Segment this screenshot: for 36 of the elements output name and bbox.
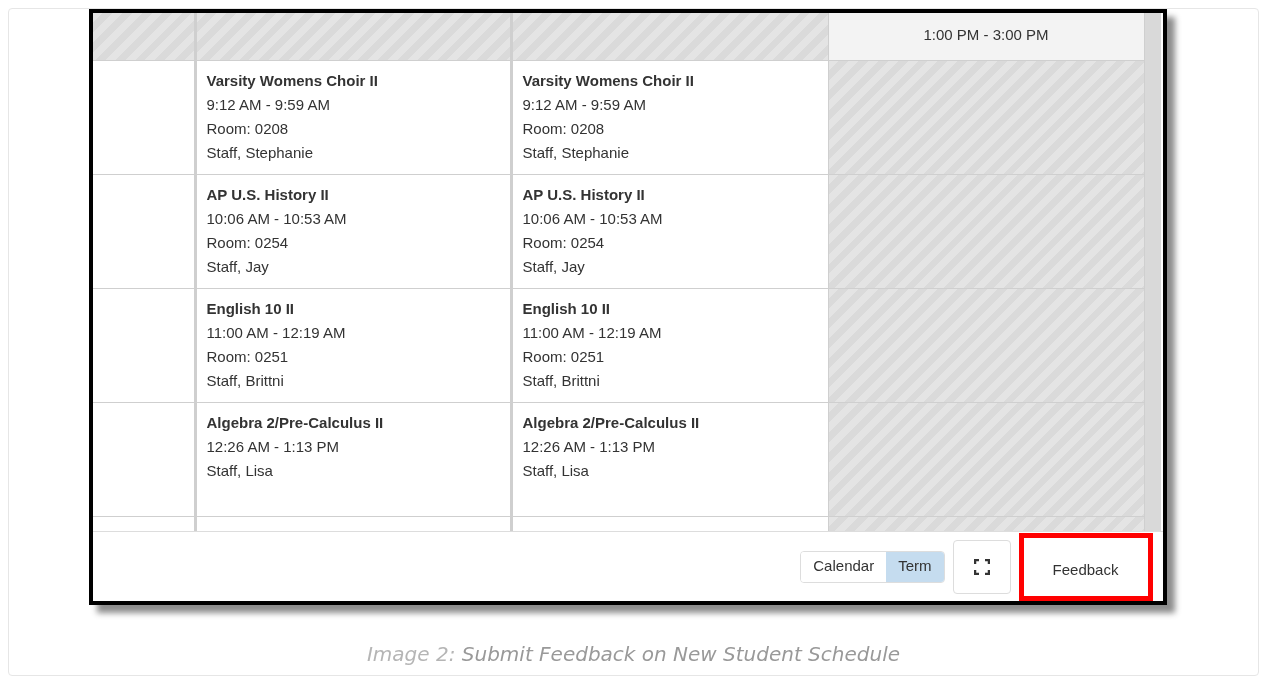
- course-title: Varsity Womens Choir II: [206, 71, 379, 91]
- course-title: AP U.S. History II: [522, 185, 646, 205]
- time-text: 9:12 AM - 9:59 AM: [206, 95, 331, 115]
- room-text: Room: 0254: [206, 233, 290, 253]
- course-title: Algebra 2/Pre-Calculus II: [522, 413, 701, 433]
- room-text: Room: 0254: [522, 233, 606, 253]
- staff-text: Staff, Jay: [522, 257, 586, 277]
- staff-text: Staff, Brittni: [522, 371, 601, 391]
- fullscreen-icon: [973, 558, 990, 575]
- course-title: English 10 II: [522, 299, 612, 319]
- staff-text: Staff, Jay: [206, 257, 270, 277]
- staff-text: Staff, Brittni: [206, 371, 285, 391]
- course-title: Algebra 2/Pre-Calculus II: [206, 413, 385, 433]
- time-text: 11:00 AM - 12:19 AM: [522, 323, 663, 343]
- time-text: 10:06 AM - 10:53 AM: [206, 209, 348, 229]
- time-text: 12:26 AM - 1:13 PM: [206, 437, 341, 457]
- feedback-button[interactable]: Feedback: [1018, 532, 1153, 601]
- room-text: Room: 0251: [206, 347, 290, 367]
- staff-text: Staff, Lisa: [522, 461, 590, 481]
- image-caption: Image 2: Submit Feedback on New Student Schedule: [366, 641, 901, 668]
- course-title: English 10 II: [206, 299, 296, 319]
- room-text: Room: 0251: [522, 347, 606, 367]
- time-text: 11:00 AM - 12:19 AM: [206, 323, 347, 343]
- staff-text: Staff, Stephanie: [522, 143, 630, 163]
- time-text: 9:12 AM - 9:59 AM: [522, 95, 647, 115]
- room-text: Room: 0208: [206, 119, 290, 139]
- time-text: 12:26 AM - 1:13 PM: [522, 437, 657, 457]
- staff-text: Staff, Lisa: [206, 461, 274, 481]
- fullscreen-button[interactable]: [952, 539, 1011, 594]
- time-text: 10:06 AM - 10:53 AM: [522, 209, 664, 229]
- view-tab[interactable]: Term: [886, 551, 944, 582]
- time-text: 1:00 PM - 3:00 PM: [923, 24, 1049, 45]
- course-title: AP U.S. History II: [206, 185, 330, 205]
- staff-text: Staff, Stephanie: [206, 143, 314, 163]
- course-title: Varsity Womens Choir II: [522, 71, 695, 91]
- room-text: Room: 0208: [522, 119, 606, 139]
